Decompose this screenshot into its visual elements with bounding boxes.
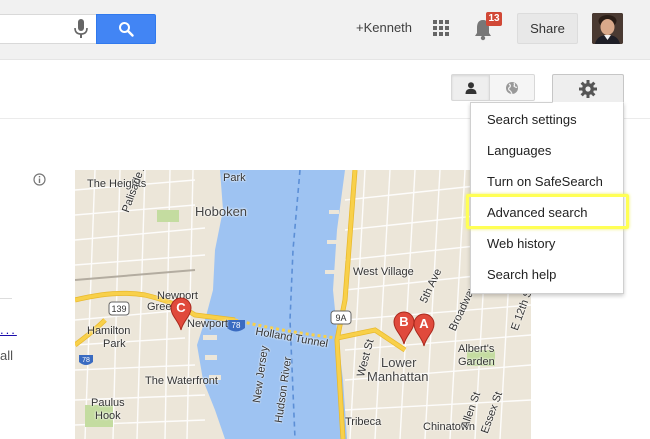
map-label-newport-mall: Newport <box>187 318 228 330</box>
svg-text:139: 139 <box>111 304 126 314</box>
personal-results-toggle[interactable] <box>451 74 489 101</box>
apps-grid-icon[interactable] <box>433 20 449 36</box>
svg-text:78: 78 <box>82 357 90 364</box>
menu-item-advanced-search[interactable]: Advanced search <box>487 205 587 220</box>
map-label-the-waterfront: The Waterfront <box>145 375 218 387</box>
menu-item-web-history[interactable]: Web history <box>487 236 555 251</box>
map-label-manhattan: Manhattan <box>367 369 429 384</box>
google-plus-profile-link[interactable]: +Kenneth <box>356 20 412 35</box>
settings-gear-button[interactable] <box>552 74 624 103</box>
gear-icon <box>579 79 597 98</box>
globe-icon <box>506 81 518 94</box>
result-link[interactable]: ... <box>0 322 17 337</box>
map-pin-b[interactable]: B <box>393 311 415 345</box>
map-label-hamilton: Hamilton <box>87 325 131 337</box>
result-snippet: all <box>0 348 14 363</box>
menu-item-safesearch[interactable]: Turn on SafeSearch <box>487 174 603 189</box>
route-shield-78-west: 78 <box>79 355 93 365</box>
map-label-west-village: West Village <box>353 266 414 278</box>
svg-text:78: 78 <box>232 321 241 330</box>
map-preview[interactable]: 139 78 9A 78 Park The Heights Hoboken Pa… <box>75 170 531 439</box>
map-pin-b-letter: B <box>399 314 409 329</box>
route-shield-9a: 9A <box>330 310 352 325</box>
map-label-alberts: Albert's <box>458 343 495 355</box>
share-button[interactable]: Share <box>517 13 578 44</box>
map-label-park: Park <box>223 172 246 184</box>
person-icon <box>465 81 476 94</box>
info-icon[interactable] <box>33 173 46 186</box>
route-shield-139: 139 <box>108 301 130 316</box>
route-shield-78: 78 <box>227 320 245 332</box>
global-results-toggle[interactable] <box>489 74 535 101</box>
map-pin-c-letter: C <box>176 300 186 315</box>
search-button[interactable] <box>96 14 156 44</box>
microphone-icon[interactable] <box>74 19 88 39</box>
map-label-hook: Hook <box>95 410 121 422</box>
menu-item-search-settings[interactable]: Search settings <box>487 112 577 127</box>
notification-count-badge[interactable]: 13 <box>486 12 502 26</box>
map-label-paulus: Paulus <box>91 397 125 409</box>
settings-dropdown-menu: Search settings Languages Turn on SafeSe… <box>470 102 624 294</box>
top-bar: +Kenneth 13 Share <box>0 0 650 60</box>
map-pin-a-letter: A <box>419 316 429 331</box>
map-label-hoboken: Hoboken <box>195 204 248 219</box>
svg-text:9A: 9A <box>335 313 346 323</box>
map-label-hamilton-park: Park <box>103 338 126 350</box>
map-label-garden: Garden <box>458 356 495 368</box>
menu-item-search-help[interactable]: Search help <box>487 267 556 282</box>
avatar[interactable] <box>592 13 623 44</box>
map-label-tribeca: Tribeca <box>345 416 382 428</box>
result-divider <box>0 298 12 299</box>
map-label-lower: Lower <box>381 355 417 370</box>
map-pin-a[interactable]: A <box>413 313 435 347</box>
search-icon <box>119 22 134 37</box>
map-pin-c[interactable]: C <box>170 297 192 331</box>
menu-item-languages[interactable]: Languages <box>487 143 551 158</box>
